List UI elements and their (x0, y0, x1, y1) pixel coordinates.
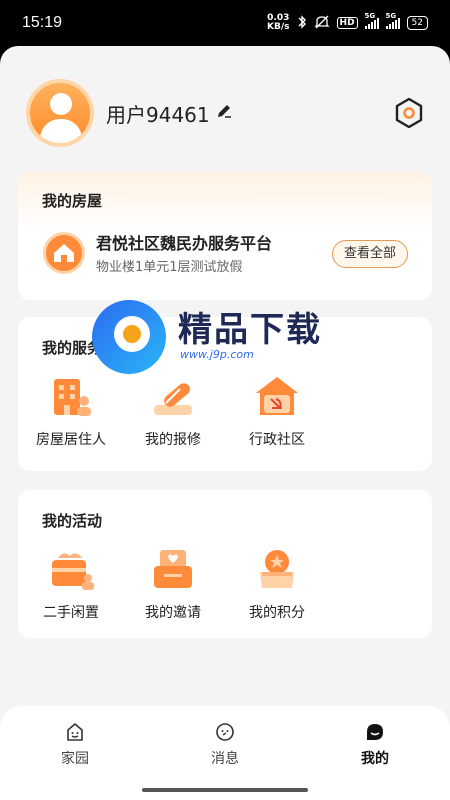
view-all-button[interactable]: 查看全部 (332, 240, 408, 268)
service-label-community: 行政社区 (249, 432, 305, 448)
signal-sim2-icon: 5G (385, 12, 400, 29)
service-item-community[interactable]: 行政社区 (232, 375, 322, 449)
home-face-icon (65, 722, 85, 742)
status-bar: 15:19 0.03 KB/s HD 5G 5G 52 (0, 0, 450, 46)
house-address: 物业楼1单元1层测试放假 (96, 260, 243, 275)
my-services-card: 我的服务 房屋居住人 我的报修 行政社区 (18, 317, 432, 471)
username: 用户94461 (106, 102, 210, 127)
activity-label-invitation: 我的邀请 (145, 605, 201, 621)
mute-icon (313, 15, 330, 32)
service-label-residents: 房屋居住人 (36, 432, 106, 448)
network-speed: 0.03 KB/s (267, 13, 290, 32)
tab-messages[interactable]: 消息 (180, 722, 270, 768)
activity-label-points: 我的积分 (249, 605, 305, 621)
activity-label-secondhand: 二手闲置 (43, 605, 99, 621)
tab-messages-label: 消息 (211, 751, 239, 767)
home-indicator[interactable] (142, 788, 308, 792)
service-label-repair: 我的报修 (145, 432, 201, 448)
wrench-icon (148, 375, 198, 419)
invitation-icon (148, 548, 198, 592)
tab-home[interactable]: 家园 (30, 722, 120, 768)
avatar[interactable] (26, 79, 94, 147)
battery-indicator: 52 (406, 16, 428, 30)
bottom-nav: 家园 消息 我的 (0, 706, 450, 800)
status-time: 15:19 (22, 14, 63, 31)
my-services-title: 我的服务 (42, 339, 103, 357)
building-icon (46, 375, 96, 419)
house-name[interactable]: 君悦社区魏民办服务平台 (96, 230, 272, 254)
service-item-repair[interactable]: 我的报修 (128, 375, 218, 449)
activity-item-invitation[interactable]: 我的邀请 (128, 548, 218, 622)
house-icon (43, 232, 85, 274)
edit-pencil-icon[interactable] (216, 103, 232, 124)
my-house-card: 我的房屋 君悦社区魏民办服务平台 物业楼1单元1层测试放假 查看全部 (18, 172, 432, 300)
activity-item-secondhand[interactable]: 二手闲置 (26, 548, 116, 622)
hd-badge: HD (336, 17, 358, 29)
message-icon (215, 722, 235, 742)
tab-home-label: 家园 (61, 751, 89, 767)
tab-mine-label: 我的 (361, 751, 389, 767)
activity-item-points[interactable]: 我的积分 (232, 548, 322, 622)
bluetooth-icon (297, 14, 307, 32)
app-screen: 用户94461 我的房屋 君悦社区魏民办服务平台 物业楼1单元1层测试放假 查看… (0, 46, 450, 800)
secondhand-icon (46, 548, 96, 592)
service-item-residents[interactable]: 房屋居住人 (26, 375, 116, 449)
profile-icon (365, 722, 385, 742)
status-icons: 0.03 KB/s HD 5G 5G 52 (267, 12, 428, 32)
settings-hexagon-icon[interactable] (392, 96, 426, 130)
my-activities-title: 我的活动 (42, 512, 103, 530)
signal-sim1-icon: 5G (364, 12, 379, 29)
points-icon (252, 548, 302, 592)
party-house-icon (252, 375, 302, 419)
tab-mine[interactable]: 我的 (330, 722, 420, 768)
my-house-title: 我的房屋 (42, 192, 103, 210)
profile-header: 用户94461 (26, 78, 426, 148)
my-activities-card: 我的活动 二手闲置 我的邀请 我的积分 (18, 490, 432, 638)
